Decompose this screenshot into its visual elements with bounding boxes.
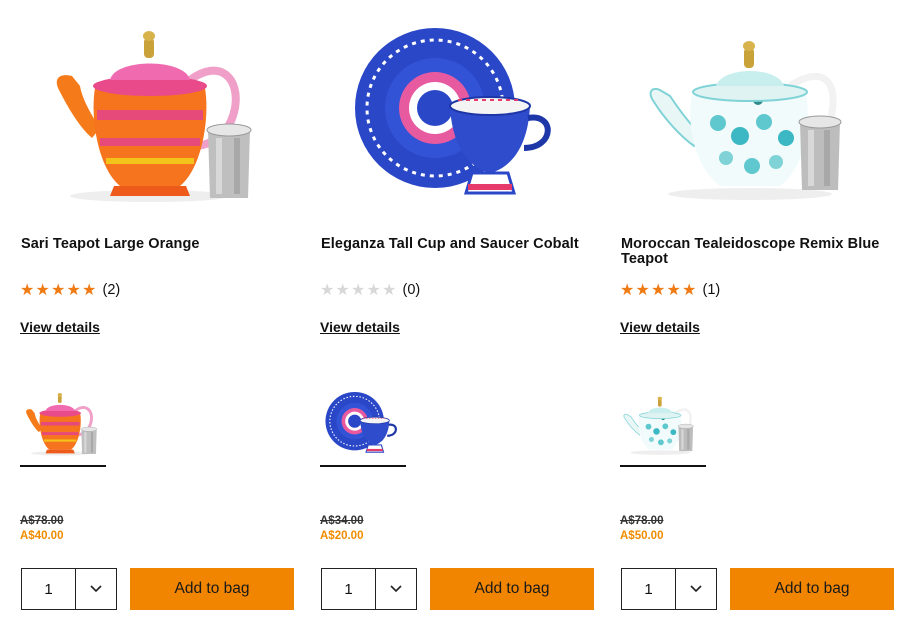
star-empty-icon: ★ bbox=[382, 280, 397, 299]
star-rating: ★ ★ ★ ★ ★ bbox=[620, 282, 698, 298]
sale-price: A$50.00 bbox=[620, 530, 664, 542]
was-price: A$78.00 bbox=[620, 515, 664, 527]
review-count: (0) bbox=[402, 282, 421, 298]
star-filled-icon: ★ bbox=[682, 280, 697, 299]
product-grid: Sari Teapot Large Orange ★ ★ ★ ★ ★ (2) View … bbox=[0, 0, 911, 630]
chevron-down-icon[interactable] bbox=[76, 569, 116, 609]
product-title[interactable]: Moroccan Tealeidoscope Remix Blue Teapot bbox=[621, 237, 881, 267]
chevron-down-icon[interactable] bbox=[376, 569, 416, 609]
star-filled-icon: ★ bbox=[20, 280, 35, 299]
quantity-select[interactable]: 1 bbox=[321, 568, 417, 610]
star-filled-icon: ★ bbox=[635, 280, 650, 299]
star-rating: ★ ★ ★ ★ ★ bbox=[320, 282, 398, 298]
quantity-value: 1 bbox=[622, 569, 676, 609]
product-rating: ★ ★ ★ ★ ★ (1) bbox=[620, 281, 720, 299]
blue-cup-saucer-image[interactable] bbox=[340, 18, 570, 208]
star-empty-icon: ★ bbox=[320, 280, 335, 299]
view-details-link[interactable]: View details bbox=[20, 319, 100, 335]
quantity-select[interactable]: 1 bbox=[621, 568, 717, 610]
product-title[interactable]: Eleganza Tall Cup and Saucer Cobalt bbox=[321, 237, 581, 252]
star-filled-icon: ★ bbox=[82, 280, 97, 299]
star-empty-icon: ★ bbox=[335, 280, 350, 299]
star-empty-icon: ★ bbox=[366, 280, 381, 299]
star-filled-icon: ★ bbox=[666, 280, 681, 299]
add-to-bag-button[interactable]: Add to bag bbox=[430, 568, 594, 610]
quantity-select[interactable]: 1 bbox=[21, 568, 117, 610]
chevron-down-icon[interactable] bbox=[676, 569, 716, 609]
turquoise-teapot-image[interactable] bbox=[640, 18, 870, 208]
view-details-link[interactable]: View details bbox=[620, 319, 700, 335]
star-filled-icon: ★ bbox=[51, 280, 66, 299]
add-to-bag-button[interactable]: Add to bag bbox=[730, 568, 894, 610]
product-rating: ★ ★ ★ ★ ★ (2) bbox=[20, 281, 120, 299]
review-count: (2) bbox=[102, 282, 121, 298]
quantity-value: 1 bbox=[22, 569, 76, 609]
add-to-bag-button[interactable]: Add to bag bbox=[130, 568, 294, 610]
product-title[interactable]: Sari Teapot Large Orange bbox=[21, 237, 281, 252]
star-filled-icon: ★ bbox=[651, 280, 666, 299]
product-rating: ★ ★ ★ ★ ★ (0) bbox=[320, 281, 420, 299]
product-card: Eleganza Tall Cup and Saucer Cobalt ★ ★ ★ ★… bbox=[320, 0, 600, 630]
star-rating: ★ ★ ★ ★ ★ bbox=[20, 282, 98, 298]
review-count: (1) bbox=[702, 282, 721, 298]
view-details-link[interactable]: View details bbox=[320, 319, 400, 335]
variant-thumbnail[interactable] bbox=[320, 385, 406, 467]
product-card: Moroccan Tealeidoscope Remix Blue Teapot… bbox=[620, 0, 900, 630]
star-filled-icon: ★ bbox=[66, 280, 81, 299]
sale-price: A$40.00 bbox=[20, 530, 64, 542]
star-filled-icon: ★ bbox=[620, 280, 635, 299]
variant-thumbnail[interactable] bbox=[620, 385, 706, 467]
product-card: Sari Teapot Large Orange ★ ★ ★ ★ ★ (2) View … bbox=[20, 0, 300, 630]
was-price: A$34.00 bbox=[320, 515, 364, 527]
quantity-value: 1 bbox=[322, 569, 376, 609]
orange-teapot-image[interactable] bbox=[40, 18, 270, 208]
variant-thumbnail[interactable] bbox=[20, 385, 106, 467]
sale-price: A$20.00 bbox=[320, 530, 364, 542]
star-filled-icon: ★ bbox=[35, 280, 50, 299]
was-price: A$78.00 bbox=[20, 515, 64, 527]
star-empty-icon: ★ bbox=[351, 280, 366, 299]
